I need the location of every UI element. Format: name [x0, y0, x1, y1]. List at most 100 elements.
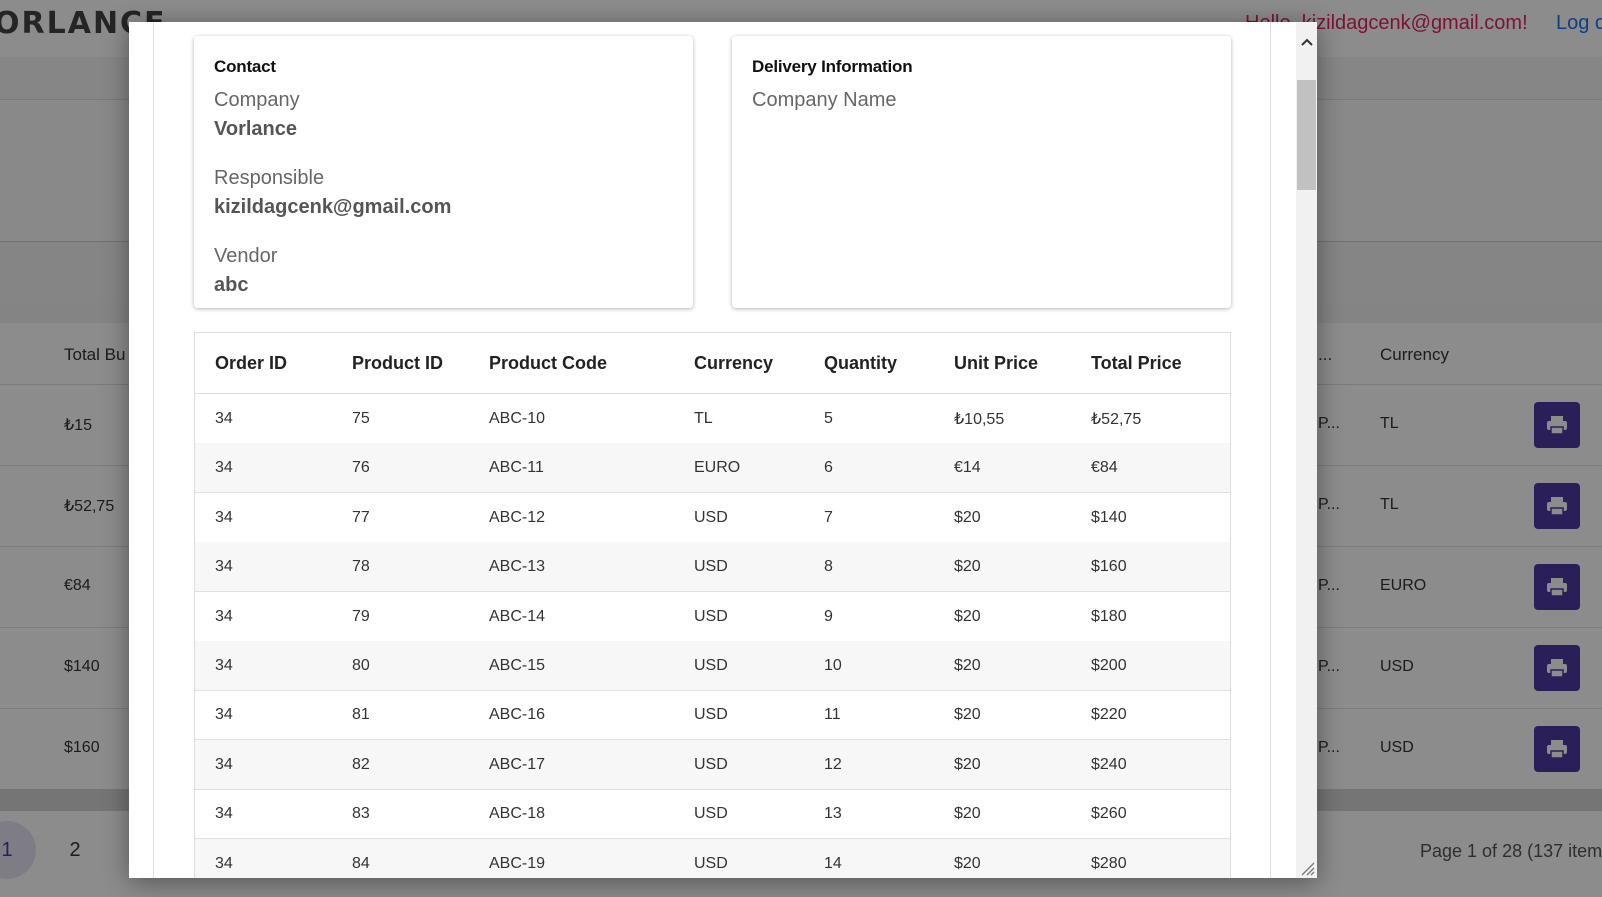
order-detail-modal: Contact Company Vorlance Responsible kiz… [129, 22, 1317, 878]
table-row[interactable]: 34 79 ABC-14 USD 9 $20 $180 [195, 592, 1230, 642]
table-cell: USD [694, 706, 728, 724]
vendor-label: Vendor [214, 245, 278, 267]
table-row[interactable]: 34 75 ABC-10 TL 5 ₺10,55 ₺52,75 [195, 394, 1230, 444]
table-cell: USD [694, 558, 728, 576]
table-cell: 6 [824, 459, 833, 477]
table-cell: 83 [352, 805, 370, 823]
order-items-header: Order ID Product ID Product Code Currency Qu… [195, 333, 1230, 394]
table-cell: $140 [1091, 508, 1127, 526]
table-cell: $200 [1091, 657, 1127, 674]
table-cell: 79 [352, 607, 370, 625]
table-cell: 34 [215, 706, 233, 724]
table-cell: $280 [1091, 854, 1127, 872]
table-cell: 34 [215, 508, 233, 526]
table-cell: $20 [954, 508, 981, 526]
table-cell: $220 [1091, 706, 1127, 724]
table-cell: USD [694, 755, 728, 773]
table-cell: USD [694, 657, 728, 674]
table-cell: 34 [215, 657, 233, 674]
table-row[interactable]: 34 84 ABC-19 USD 14 $20 $280 [195, 838, 1230, 878]
scroll-up-arrow-icon[interactable] [1296, 30, 1317, 54]
resize-grip-icon[interactable] [1299, 860, 1315, 876]
scrollbar-thumb[interactable] [1297, 80, 1316, 190]
column-header-total-price[interactable]: Total Price [1091, 333, 1182, 394]
modal-content: Contact Company Vorlance Responsible kiz… [153, 22, 1271, 878]
table-cell: $180 [1091, 607, 1127, 625]
table-cell: $20 [954, 805, 981, 823]
contact-card: Contact Company Vorlance Responsible kiz… [194, 36, 693, 308]
table-cell: 34 [215, 410, 233, 427]
column-header-product-id[interactable]: Product ID [352, 333, 443, 394]
table-cell: 5 [824, 410, 833, 427]
table-cell: ABC-17 [489, 755, 546, 773]
table-cell: 75 [352, 410, 370, 427]
table-cell: ₺10,55 [954, 411, 1005, 428]
table-cell: ABC-14 [489, 607, 546, 625]
table-cell: 82 [352, 755, 370, 773]
table-cell: 34 [215, 607, 233, 625]
table-cell: ABC-12 [489, 508, 546, 526]
responsible-value: kizildagcenk@gmail.com [214, 196, 452, 218]
table-cell: $20 [954, 854, 981, 872]
table-cell: 77 [352, 508, 370, 526]
table-cell: 34 [215, 854, 233, 872]
table-cell: 11 [824, 706, 841, 724]
table-cell: $20 [954, 558, 981, 576]
table-cell: 10 [824, 657, 842, 674]
vendor-value: abc [214, 274, 249, 296]
table-cell: USD [694, 854, 728, 872]
table-row[interactable]: 34 80 ABC-15 USD 10 $20 $200 [195, 641, 1230, 691]
table-cell: 7 [824, 508, 833, 526]
table-cell: $20 [954, 657, 981, 674]
table-row[interactable]: 34 81 ABC-16 USD 11 $20 $220 [195, 690, 1230, 741]
order-items-table: Order ID Product ID Product Code Currency Qu… [194, 332, 1231, 878]
company-name-label: Company Name [752, 89, 897, 111]
table-cell: ABC-13 [489, 558, 546, 576]
table-row[interactable]: 34 78 ABC-13 USD 8 $20 $160 [195, 542, 1230, 593]
table-row[interactable]: 34 83 ABC-18 USD 13 $20 $260 [195, 789, 1230, 840]
responsible-label: Responsible [214, 167, 325, 189]
table-cell: $20 [954, 607, 981, 625]
table-cell: EURO [694, 459, 741, 477]
column-header-quantity[interactable]: Quantity [824, 333, 897, 394]
table-cell: 34 [215, 459, 233, 477]
delivery-card: Delivery Information Company Name [732, 36, 1231, 308]
table-cell: 78 [352, 558, 370, 576]
table-cell: 13 [824, 805, 842, 823]
column-header-order-id[interactable]: Order ID [215, 333, 287, 394]
company-label: Company [214, 89, 300, 111]
table-cell: TL [694, 410, 713, 427]
company-value: Vorlance [214, 118, 297, 140]
table-cell: 14 [824, 854, 842, 872]
table-cell: 12 [824, 755, 842, 773]
table-cell: 84 [352, 854, 370, 872]
table-cell: 34 [215, 755, 233, 773]
table-cell: €14 [954, 459, 981, 477]
table-row[interactable]: 34 76 ABC-11 EURO 6 €14 €84 [195, 443, 1230, 494]
table-cell: USD [694, 607, 728, 625]
table-cell: ABC-10 [489, 410, 546, 427]
table-cell: USD [694, 508, 728, 526]
column-header-currency[interactable]: Currency [694, 333, 773, 394]
table-cell: €84 [1091, 459, 1118, 477]
table-row[interactable]: 34 77 ABC-12 USD 7 $20 $140 [195, 493, 1230, 543]
table-cell: $20 [954, 706, 981, 724]
table-row[interactable]: 34 82 ABC-17 USD 12 $20 $240 [195, 739, 1230, 790]
table-cell: ABC-19 [489, 854, 546, 872]
column-header-product-code[interactable]: Product Code [489, 333, 607, 394]
table-cell: 34 [215, 805, 233, 823]
table-cell: $260 [1091, 805, 1127, 823]
table-cell: 34 [215, 558, 233, 576]
table-cell: ABC-11 [489, 459, 544, 477]
table-cell: 76 [352, 459, 370, 477]
table-cell: $160 [1091, 558, 1127, 576]
table-cell: $20 [954, 755, 981, 773]
table-cell: 9 [824, 607, 833, 625]
table-cell: ₺52,75 [1091, 411, 1142, 428]
table-cell: ABC-18 [489, 805, 546, 823]
delivery-card-title: Delivery Information [752, 57, 913, 76]
modal-vertical-scrollbar[interactable] [1296, 22, 1317, 878]
table-cell: 80 [352, 657, 370, 674]
column-header-unit-price[interactable]: Unit Price [954, 333, 1038, 394]
table-cell: ABC-15 [489, 657, 546, 674]
